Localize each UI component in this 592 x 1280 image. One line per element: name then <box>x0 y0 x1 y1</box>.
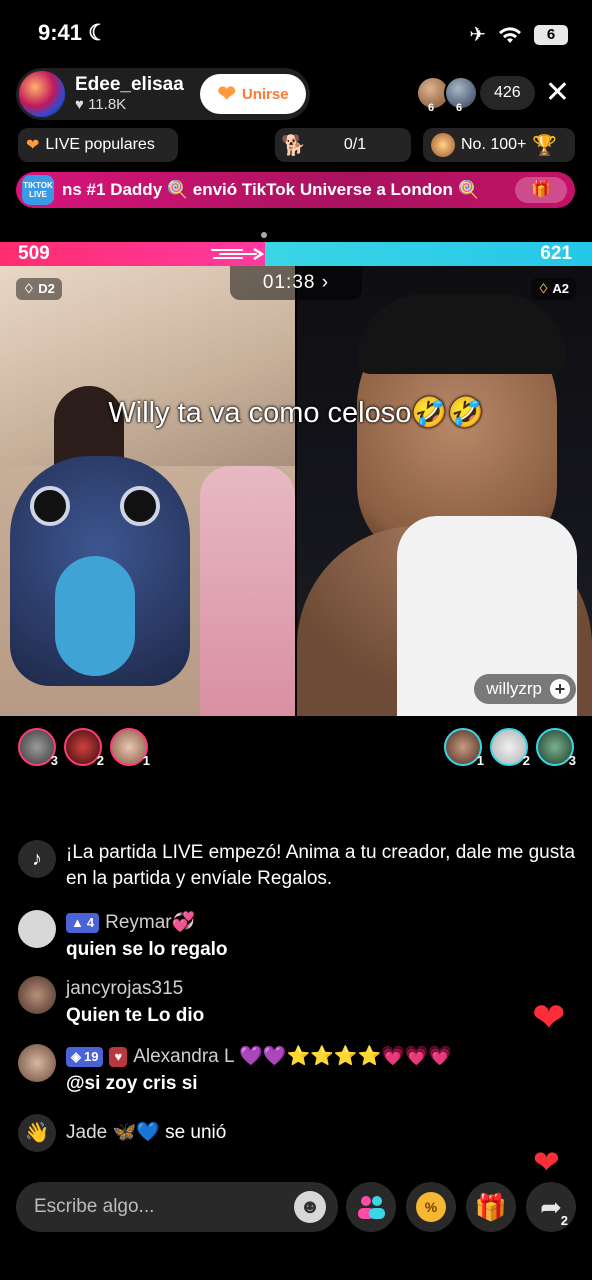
join-username[interactable]: Jade 🦋💙 <box>66 1122 160 1143</box>
viewer-list[interactable]: 6 6 426 <box>416 76 535 114</box>
guests-button[interactable] <box>346 1182 396 1232</box>
host-level-tag: ♢ D2 <box>16 278 62 300</box>
supporter-avatar[interactable]: 1 <box>444 728 484 768</box>
supporter-avatar[interactable]: 1 <box>110 728 150 768</box>
rank-button[interactable]: No. 100+ 🏆 <box>423 128 575 162</box>
triangle-icon: ▲ <box>71 915 84 930</box>
heart-icon: ♥ <box>114 1049 123 1064</box>
diamond-icon: ♢ <box>537 281 550 296</box>
promo-button[interactable]: % <box>406 1182 456 1232</box>
chat-username-row: ▲ 4 Reymar💞 <box>66 910 228 936</box>
trophy-icon: 🏆 <box>532 134 558 157</box>
rank-avatar <box>431 133 455 157</box>
join-button[interactable]: ❤ Unirse <box>200 74 306 114</box>
user-avatar[interactable] <box>18 976 56 1014</box>
fan-badge: ♥ <box>109 1047 128 1067</box>
opponent-follow-chip[interactable]: willyzrp + <box>474 674 576 704</box>
coin-discount-icon: % <box>416 1192 446 1222</box>
host-supporters: 3 2 1 <box>18 728 150 768</box>
user-avatar[interactable] <box>18 910 56 948</box>
floating-heart-icon: ❤ <box>532 996 566 1040</box>
emoji-icon[interactable]: ☻ <box>294 1191 326 1223</box>
join-label: Unirse <box>241 85 289 103</box>
chat-username[interactable]: Reymar💞 <box>105 910 195 936</box>
comment-box[interactable]: ☻ <box>16 1182 338 1232</box>
wave-icon: 👋 <box>18 1114 56 1152</box>
gift-icon[interactable]: 🎁 <box>515 177 567 203</box>
people-icon <box>358 1196 385 1219</box>
live-caption: Willy ta va como celoso🤣🤣 <box>108 397 484 429</box>
system-message-text: ¡La partida LIVE empezó! Anima a tu crea… <box>66 842 576 889</box>
opponent-video[interactable]: ♢ A2 willyzrp + <box>297 266 592 716</box>
supporter-avatar[interactable]: 2 <box>64 728 104 768</box>
diamond-icon: ◈ <box>71 1049 81 1064</box>
battery-indicator: 6 <box>534 24 568 45</box>
chat-message-text: @si zoy cris si <box>66 1073 198 1094</box>
team-score-button[interactable]: 🐕 0/1 <box>275 128 411 162</box>
heart-plus-icon: ❤ <box>217 81 236 106</box>
wifi-icon <box>499 26 521 43</box>
airplane-icon: ✈ <box>469 24 486 46</box>
share-arrow-icon: ➦ <box>540 1191 562 1222</box>
chat-username[interactable]: Alexandra L 💜💜⭐⭐⭐⭐💗💗💗 <box>133 1044 452 1070</box>
level-badge: ▲ 4 <box>66 913 100 933</box>
host-card[interactable]: Edee_elisaa ♥ 11.8K ❤ Unirse <box>16 68 310 120</box>
host-video[interactable]: ♢ D2 <box>0 266 295 716</box>
battle-timer[interactable]: 01:38 › <box>230 266 362 300</box>
supporter-avatar[interactable]: 3 <box>536 728 576 768</box>
heart-icon: ♥ <box>75 96 84 113</box>
supporter-avatar[interactable]: 3 <box>18 728 58 768</box>
live-popular-label: LIVE populares <box>45 136 155 153</box>
host-likes: ♥ 11.8K <box>75 96 127 113</box>
status-time: 9:41 ☾ <box>38 20 108 45</box>
status-icons: ✈ 6 <box>469 22 568 47</box>
battle-spark-icon <box>211 247 265 261</box>
team-score: 0/1 <box>343 136 367 153</box>
rank-label: No. 100+ <box>461 136 527 153</box>
gift-button[interactable]: 🎁 <box>466 1182 516 1232</box>
floating-heart-icon: ❤ <box>533 1144 560 1180</box>
close-icon[interactable]: ✕ <box>545 78 570 108</box>
tiktok-logo-icon: ♪ <box>18 840 56 878</box>
opponent-supporters: 1 2 3 <box>444 728 576 768</box>
supporter-avatar[interactable]: 2 <box>490 728 530 768</box>
gift-banner-text: ns #1 Daddy 🍭 envió TikTok Universe a Lo… <box>62 180 479 199</box>
user-avatar[interactable] <box>18 1044 56 1082</box>
chat-message[interactable]: ◈ 19 ♥ Alexandra L 💜💜⭐⭐⭐⭐💗💗💗 @si zoy cris… <box>18 1044 452 1098</box>
chat-message[interactable]: ▲ 4 Reymar💞 quien se lo regalo <box>18 910 228 964</box>
chat-message-text: Quien te Lo dio <box>66 1005 205 1026</box>
share-button[interactable]: ➦ 2 <box>526 1182 576 1232</box>
join-message-text: Jade 🦋💙 se unió <box>66 1122 227 1143</box>
share-count: 2 <box>560 1213 568 1228</box>
broken-heart-icon: ❤ <box>26 137 40 154</box>
plus-icon[interactable]: + <box>550 679 570 699</box>
tiktok-live-logo: TIKTOK LIVE <box>22 175 54 205</box>
dog-icon: 🐕 <box>281 134 306 157</box>
chat-username[interactable]: jancyrojas315 <box>66 976 204 1002</box>
diamond-icon: ♢ <box>23 281 35 296</box>
opponent-name: willyzrp <box>486 679 542 698</box>
top-viewer-avatar[interactable]: 6 <box>444 76 478 114</box>
host-avatar[interactable] <box>17 69 67 119</box>
chat-username-row: ◈ 19 ♥ Alexandra L 💜💜⭐⭐⭐⭐💗💗💗 <box>66 1044 452 1070</box>
opponent-level-tag: ♢ A2 <box>530 278 576 300</box>
status-bar: 9:41 ☾ ✈ 6 <box>0 0 592 64</box>
system-message: ♪ ¡La partida LIVE empezó! Anima a tu cr… <box>18 840 576 892</box>
gift-icon: 🎁 <box>474 1191 508 1222</box>
join-message: 👋 Jade 🦋💙 se unió <box>18 1114 226 1152</box>
chat-message[interactable]: jancyrojas315 Quien te Lo dio <box>18 976 204 1030</box>
viewer-count[interactable]: 426 <box>480 76 535 110</box>
right-team-score: 621 <box>540 243 572 264</box>
left-team-score: 509 <box>18 243 50 264</box>
comment-input[interactable] <box>34 1192 284 1222</box>
level-badge: ◈ 19 <box>66 1047 104 1067</box>
page-indicator-dot <box>261 232 267 238</box>
chat-message-text: quien se lo regalo <box>66 939 228 960</box>
gift-banner[interactable]: TIKTOK LIVE ns #1 Daddy 🍭 envió TikTok U… <box>16 172 575 208</box>
moon-icon: ☾ <box>88 20 108 45</box>
battle-score-bar: 509 621 <box>0 242 592 266</box>
live-popular-button[interactable]: ❤ LIVE populares <box>18 128 178 162</box>
host-name: Edee_elisaa <box>75 74 184 95</box>
